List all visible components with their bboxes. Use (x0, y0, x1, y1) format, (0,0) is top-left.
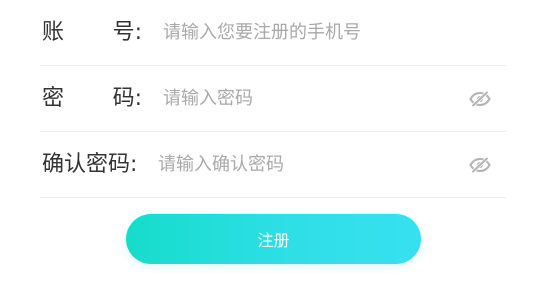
confirm-password-row: 确认密码: 请输入确认密码 (40, 132, 506, 198)
password-label-last: 码: (112, 85, 142, 111)
password-input[interactable]: 请输入密码 (163, 89, 253, 108)
password-row: 密 码: 请输入密码 (40, 66, 506, 132)
account-label: 账 号: (42, 19, 142, 45)
confirm-password-label: 确认密码: (42, 151, 138, 177)
register-button-label: 注册 (257, 231, 290, 250)
password-label-first: 密 (42, 85, 65, 111)
account-input[interactable]: 请输入您要注册的手机号 (163, 23, 361, 42)
eye-slash-icon[interactable] (469, 156, 491, 174)
account-label-last: 号: (112, 19, 142, 45)
eye-slash-icon[interactable] (469, 90, 491, 108)
account-row: 账 号: 请输入您要注册的手机号 (40, 0, 506, 66)
register-button[interactable]: 注册 (126, 214, 421, 264)
account-label-first: 账 (42, 19, 65, 45)
register-form: 账 号: 请输入您要注册的手机号 密 码: 请输入密码 确认密码: 请输入确认密… (40, 0, 506, 198)
password-label: 密 码: (42, 85, 142, 111)
confirm-password-input[interactable]: 请输入确认密码 (158, 155, 284, 174)
